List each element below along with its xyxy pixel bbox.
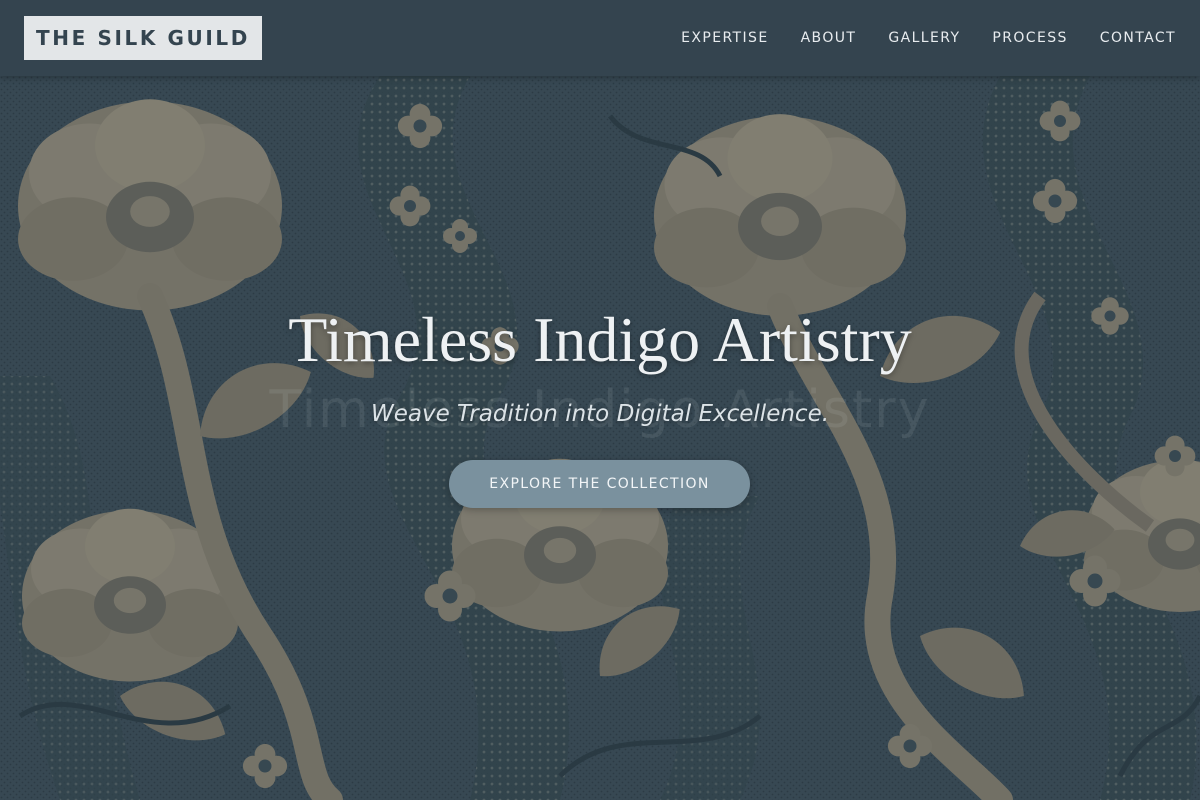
nav-contact[interactable]: CONTACT — [1100, 30, 1176, 46]
hero-section: Timeless Indigo Artistry Timeless Indigo… — [0, 76, 1200, 800]
explore-collection-button[interactable]: EXPLORE THE COLLECTION — [449, 460, 750, 508]
site-header: THE SILK GUILD EXPERTISE ABOUT GALLERY P… — [0, 0, 1200, 76]
hero-subtitle: Weave Tradition into Digital Excellence. — [370, 401, 830, 427]
hero-title: Timeless Indigo Artistry — [0, 300, 1200, 380]
nav-process[interactable]: PROCESS — [992, 30, 1067, 46]
nav-about[interactable]: ABOUT — [801, 30, 857, 46]
page: THE SILK GUILD EXPERTISE ABOUT GALLERY P… — [0, 0, 1200, 800]
nav-gallery[interactable]: GALLERY — [888, 30, 960, 46]
hero-content: Timeless Indigo Artistry Timeless Indigo… — [0, 76, 1200, 800]
hero-title-text: Timeless Indigo Artistry — [288, 304, 912, 375]
brand-logo[interactable]: THE SILK GUILD — [24, 16, 262, 60]
main-nav: EXPERTISE ABOUT GALLERY PROCESS CONTACT — [649, 0, 1176, 76]
nav-expertise[interactable]: EXPERTISE — [681, 30, 768, 46]
